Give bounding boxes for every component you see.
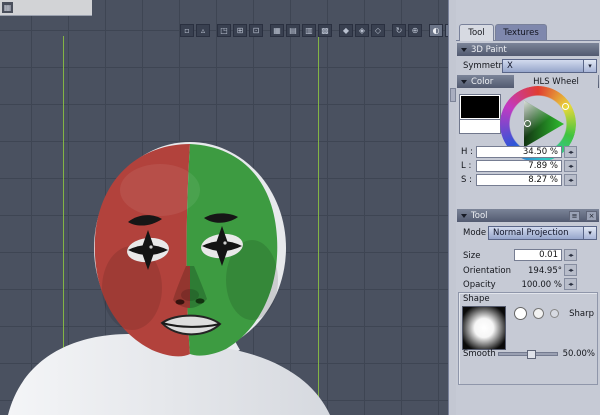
shield-inner-icon[interactable]: ◈: [355, 24, 369, 37]
tab-tool[interactable]: Tool: [459, 24, 494, 41]
model-head[interactable]: [0, 120, 360, 415]
dense-grid-icon[interactable]: ▩: [318, 24, 332, 37]
rotate-view-icon[interactable]: ↻: [392, 24, 406, 37]
wireframe-icon[interactable]: ▦: [270, 24, 284, 37]
panel-scrollbar[interactable]: [448, 0, 456, 415]
size-label: Size: [463, 251, 481, 261]
pivot-icon[interactable]: ⊕: [408, 24, 422, 37]
brush-falloff-preview[interactable]: [462, 306, 506, 350]
saturation-label: S :: [461, 175, 472, 185]
tool-options-icon[interactable]: ≡: [569, 210, 580, 221]
falloff-round-icon[interactable]: [514, 307, 527, 320]
hue-label: H :: [461, 147, 473, 157]
section-header-3d-paint[interactable]: 3D Paint: [457, 43, 599, 56]
sharp-label: Sharp: [569, 309, 594, 319]
size-field[interactable]: 0.01: [514, 249, 562, 261]
opacity-label: Opacity: [463, 280, 496, 290]
shade-rows-icon[interactable]: ▤: [286, 24, 300, 37]
window-chrome-strip: ▦: [0, 0, 92, 16]
saturation-field[interactable]: 8.27 %: [476, 174, 562, 186]
smooth-slider-thumb[interactable]: [527, 350, 536, 359]
shade-columns-icon[interactable]: ▥: [302, 24, 316, 37]
lightness-field[interactable]: 7.89 %: [476, 160, 562, 172]
tab-textures[interactable]: Textures: [495, 24, 547, 41]
smooth-slider[interactable]: [498, 350, 558, 359]
chevron-down-icon[interactable]: ▾: [583, 227, 596, 239]
orientation-label: Orientation: [463, 266, 511, 276]
application-window: ▦ ▫ ▵ ◳ ⊞ ⊡ ▦ ▤ ▥ ▩ ◆ ◈ ◇ ↻ ⊕ ◐ ◉ Tool T…: [0, 0, 600, 415]
shield-solid-icon[interactable]: ◆: [339, 24, 353, 37]
lightness-stepper-icon[interactable]: ◂▸: [564, 160, 577, 172]
hue-marker[interactable]: [562, 103, 569, 110]
mode-dropdown[interactable]: Normal Projection ▾: [488, 226, 597, 240]
viewport-3d[interactable]: ▦ ▫ ▵ ◳ ⊞ ⊡ ▦ ▤ ▥ ▩ ◆ ◈ ◇ ↻ ⊕ ◐ ◉: [0, 0, 459, 415]
section-title: 3D Paint: [471, 44, 507, 55]
snap-toggle-icon[interactable]: ⊡: [249, 24, 263, 37]
foreground-color-swatch[interactable]: [459, 94, 501, 120]
symmetry-dropdown[interactable]: X ▾: [502, 59, 597, 73]
properties-panel: Tool Textures 3D Paint Symmetry X ▾ Colo…: [456, 0, 600, 415]
lightness-label: L :: [461, 161, 472, 171]
section-title: Tool: [471, 210, 488, 221]
chevron-down-icon[interactable]: ▾: [583, 60, 596, 72]
saturation-stepper-icon[interactable]: ◂▸: [564, 174, 577, 186]
hue-stepper-icon[interactable]: ◂▸: [564, 146, 577, 158]
background-color-swatch[interactable]: [459, 119, 501, 134]
collapse-triangle-icon[interactable]: [461, 79, 467, 84]
size-stepper-icon[interactable]: ◂▸: [564, 249, 577, 261]
collapse-triangle-icon[interactable]: [461, 213, 467, 218]
app-icon[interactable]: ▦: [2, 2, 13, 13]
handle-toggle-icon[interactable]: ▵: [196, 24, 210, 37]
shape-title: Shape: [463, 294, 490, 304]
falloff-dome-icon[interactable]: [533, 308, 544, 319]
shaded-sphere-icon[interactable]: ◐: [429, 24, 443, 37]
smooth-value[interactable]: 50.00%: [563, 349, 595, 359]
symmetry-label: Symmetry: [463, 61, 508, 71]
orientation-value[interactable]: 194.95°: [528, 266, 562, 276]
grid-toggle-icon[interactable]: ⊞: [233, 24, 247, 37]
falloff-flat-icon[interactable]: [550, 309, 559, 318]
tool-close-icon[interactable]: ×: [586, 210, 597, 221]
corner-widget-icon[interactable]: ◳: [217, 24, 231, 37]
hue-field[interactable]: 34.50 %: [476, 146, 562, 158]
smooth-label: Smooth: [463, 349, 496, 359]
mode-label: Mode: [463, 228, 487, 238]
pixel-toggle-icon[interactable]: ▫: [180, 24, 194, 37]
collapse-triangle-icon[interactable]: [461, 47, 467, 52]
viewport-toolbar: ▫ ▵ ◳ ⊞ ⊡ ▦ ▤ ▥ ▩ ◆ ◈ ◇ ↻ ⊕ ◐ ◉: [180, 24, 459, 37]
section-header-tool[interactable]: Tool ≡ ×: [457, 209, 599, 222]
opacity-stepper-icon[interactable]: ◂▸: [564, 278, 577, 290]
saturation-marker[interactable]: [524, 120, 531, 127]
orientation-stepper-icon[interactable]: ◂▸: [564, 264, 577, 276]
shield-outline-icon[interactable]: ◇: [371, 24, 385, 37]
opacity-value[interactable]: 100.00 %: [521, 280, 562, 290]
section-title: Color: [471, 76, 494, 87]
mode-value: Normal Projection: [493, 228, 569, 238]
